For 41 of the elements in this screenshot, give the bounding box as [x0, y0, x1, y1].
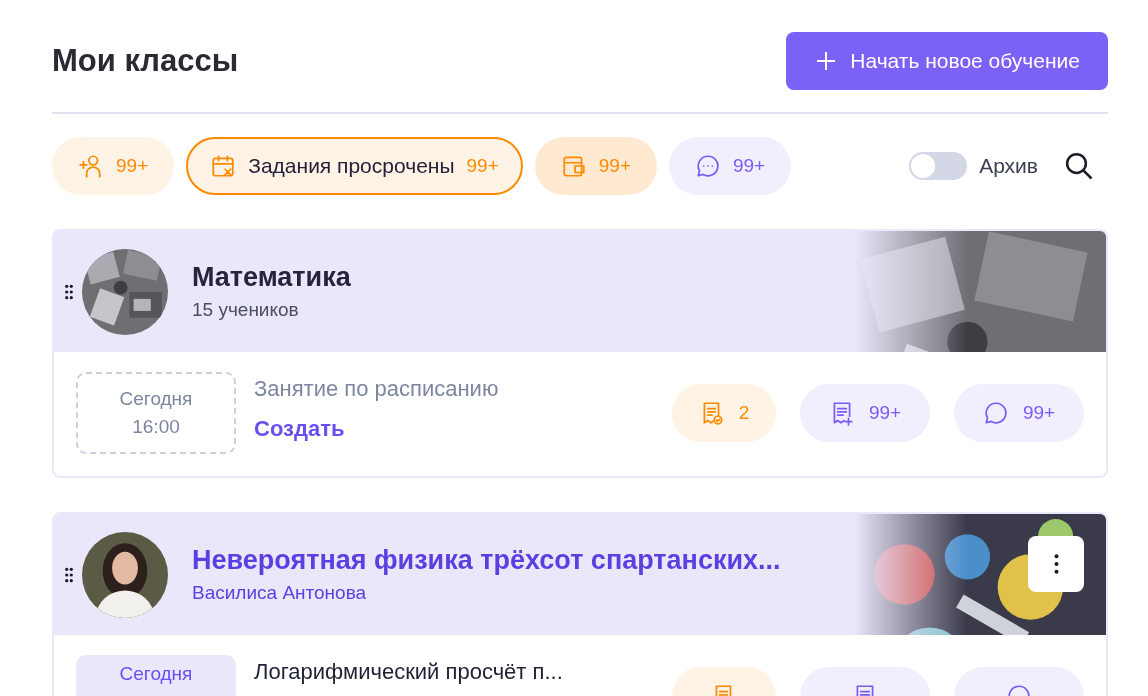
user-plus-icon — [78, 153, 104, 179]
chat-bubble-icon — [982, 400, 1009, 426]
drag-handle-icon[interactable] — [64, 566, 74, 583]
more-button[interactable] — [1028, 536, 1084, 592]
stat-chip[interactable]: 2 — [672, 384, 776, 442]
search-icon[interactable] — [1064, 151, 1094, 181]
create-link[interactable]: Создать — [254, 416, 672, 442]
archive-label: Архив — [979, 154, 1038, 178]
calendar-cross-icon — [210, 153, 237, 179]
class-title: Невероятная физика трёхсот спартанских... — [192, 545, 782, 576]
new-course-button[interactable]: Начать новое обучение — [786, 32, 1108, 90]
filter-chip[interactable]: Задания просрочены 99+ — [186, 137, 523, 195]
archive-toggle[interactable] — [909, 152, 968, 180]
more-icon — [1053, 554, 1059, 574]
filter-chip[interactable]: 99+ — [52, 137, 175, 195]
class-title: Математика — [192, 262, 352, 293]
stat-chip[interactable]: 99+ — [954, 384, 1084, 442]
filter-count: 99+ — [116, 155, 149, 177]
lesson-date-box[interactable]: Сегодня 16:00 — [76, 372, 236, 454]
lesson-day: Сегодня — [119, 388, 193, 410]
chip-count: 99+ — [868, 402, 902, 424]
drag-handle-icon[interactable] — [64, 283, 74, 300]
lesson-title: Логарифмический просчёт п... — [254, 659, 564, 685]
chip-count: 99+ — [1022, 402, 1056, 424]
filter-count: 99+ — [598, 155, 631, 177]
lesson-day: Сегодня — [119, 663, 193, 685]
filter-count: 99+ — [466, 155, 499, 177]
lesson-date-box[interactable]: Сегодня — [76, 655, 236, 696]
stat-chip[interactable]: 99+ — [800, 384, 930, 442]
filter-label: Задания просрочены — [248, 154, 455, 178]
filter-count: 99+ — [733, 155, 766, 177]
lesson-time: 16:00 — [132, 416, 180, 438]
chat-dots-icon — [695, 153, 721, 179]
class-subtitle: Василиса Антонова — [192, 582, 368, 604]
wallet-icon — [560, 153, 587, 179]
page-title: Мои классы — [52, 43, 239, 79]
lesson-title: Занятие по расписанию — [254, 376, 500, 402]
filter-chip[interactable]: 99+ — [669, 137, 792, 195]
chip-count: 2 — [738, 402, 750, 424]
class-subtitle: 15 учеников — [192, 299, 300, 321]
filter-chip[interactable]: 99+ — [534, 137, 657, 195]
